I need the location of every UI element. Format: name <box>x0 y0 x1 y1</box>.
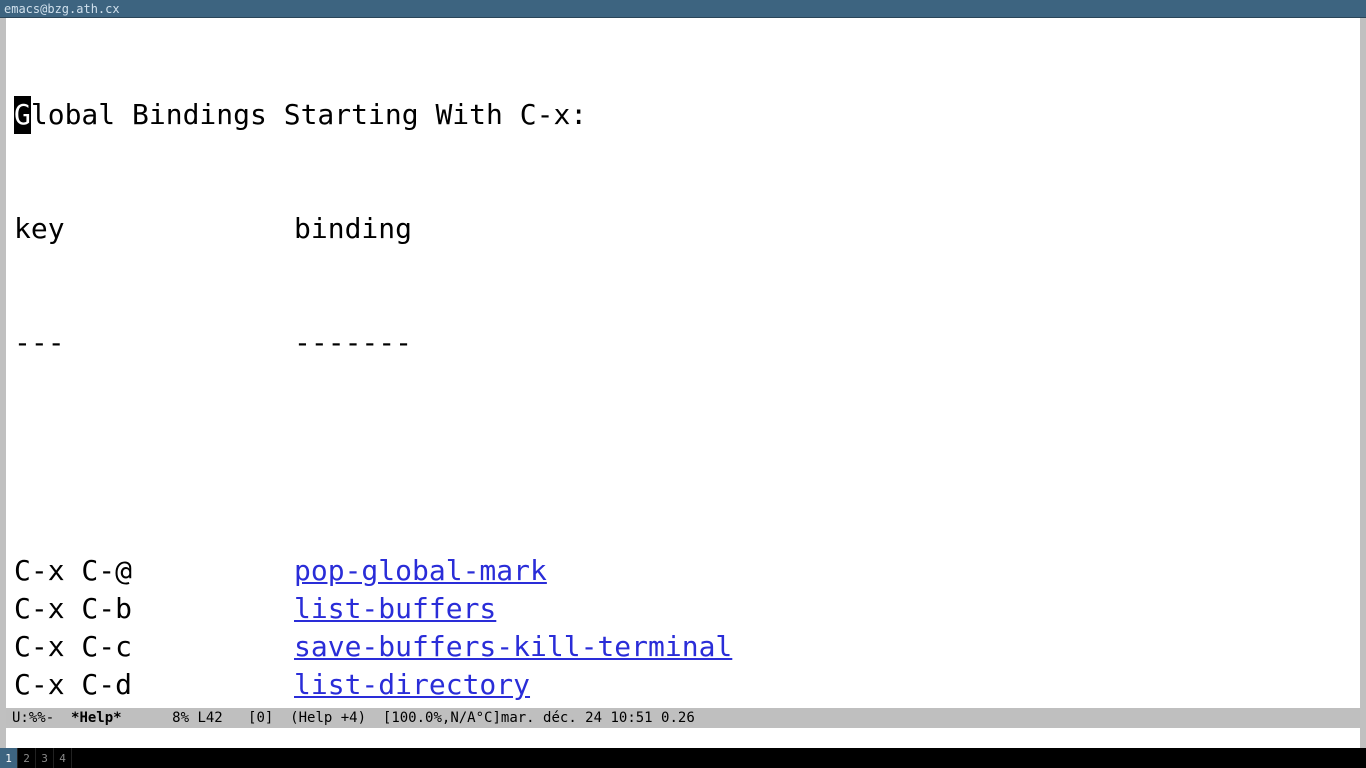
sep-binding: ------- <box>294 326 412 359</box>
modeline-buffer-name: *Help* <box>71 710 122 726</box>
workspace-4[interactable]: 4 <box>54 748 72 768</box>
help-title: Global Bindings Starting With C-x: <box>14 96 1352 134</box>
binding-row: C-x C-@pop-global-mark <box>14 552 1352 590</box>
key-sequence: C-x C-e <box>14 704 294 708</box>
window-title: emacs@bzg.ath.cx <box>4 2 120 16</box>
command-link[interactable]: eval-last-sexp <box>294 706 530 708</box>
header-binding: binding <box>294 212 412 245</box>
command-link[interactable]: list-directory <box>294 668 530 701</box>
command-link[interactable]: pop-global-mark <box>294 554 547 587</box>
binding-row: C-x C-dlist-directory <box>14 666 1352 704</box>
key-sequence: C-x C-b <box>14 590 294 628</box>
command-link[interactable]: save-buffers-kill-terminal <box>294 630 732 663</box>
cursor: G <box>14 96 31 134</box>
header-key: key <box>14 210 294 248</box>
modeline-position: 8% L42 <box>122 710 223 726</box>
blank-row <box>14 438 1352 476</box>
window-titlebar: emacs@bzg.ath.cx <box>0 0 1366 18</box>
modeline-info: [0] (Help +4) [100.0%,N/A°C]mar. déc. 24… <box>223 710 695 726</box>
binding-row: C-x C-eeval-last-sexp <box>14 704 1352 708</box>
workspace-2[interactable]: 2 <box>18 748 36 768</box>
sep-key: --- <box>14 324 294 362</box>
workspace-3[interactable]: 3 <box>36 748 54 768</box>
modeline-status: U:%%- <box>12 710 71 726</box>
binding-row: C-x C-blist-buffers <box>14 590 1352 628</box>
key-sequence: C-x C-d <box>14 666 294 704</box>
mode-line: U:%%- *Help* 8% L42 [0] (Help +4) [100.0… <box>0 708 1366 728</box>
key-sequence: C-x C-c <box>14 628 294 666</box>
key-sequence: C-x C-@ <box>14 552 294 590</box>
header-row: keybinding <box>14 210 1352 248</box>
command-link[interactable]: list-buffers <box>294 592 496 625</box>
minibuffer[interactable] <box>0 728 1366 748</box>
help-buffer[interactable]: Global Bindings Starting With C-x: keybi… <box>0 18 1366 708</box>
workspace-1[interactable]: 1 <box>0 748 18 768</box>
workspace-bar: 1234 <box>0 748 1366 768</box>
separator-row: ---------- <box>14 324 1352 362</box>
binding-row: C-x C-csave-buffers-kill-terminal <box>14 628 1352 666</box>
